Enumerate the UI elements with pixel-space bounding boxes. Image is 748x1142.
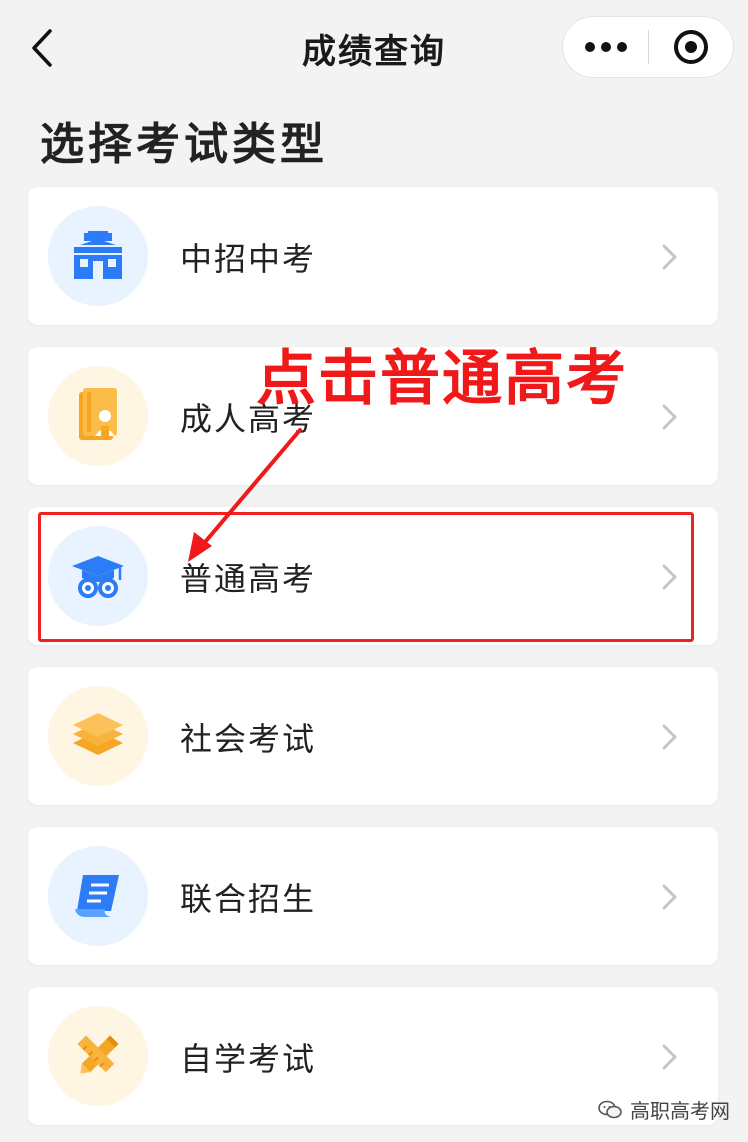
wechat-icon — [598, 1100, 622, 1118]
chevron-right-icon — [662, 244, 677, 270]
chevron-right-icon — [662, 404, 677, 430]
chevron-right-icon — [662, 724, 677, 750]
item-icon-badge — [48, 526, 148, 626]
watermark: 高职高考网 — [598, 1095, 730, 1124]
mini-program-capsule — [562, 16, 734, 78]
chevron-right-icon — [662, 1044, 677, 1070]
exam-type-item-joint[interactable]: 联合招生 — [28, 827, 718, 965]
annotation-text: 点击普通高考 — [256, 344, 628, 414]
scroll-document-icon — [75, 875, 119, 917]
item-label: 联合招生 — [180, 880, 317, 918]
crossed-pencils-icon — [77, 1035, 119, 1074]
target-circle-icon — [673, 30, 708, 64]
close-button[interactable] — [649, 16, 733, 78]
item-icon-badge — [48, 1006, 148, 1106]
book-person-icon — [79, 388, 117, 440]
layers-icon — [73, 713, 123, 755]
item-icon-badge — [48, 366, 148, 466]
more-dots-icon — [584, 42, 627, 52]
chevron-right-icon — [662, 884, 677, 910]
graduation-cap-icon — [72, 556, 124, 598]
exam-type-item-zhongkao[interactable]: 中招中考 — [28, 187, 718, 325]
more-button[interactable] — [563, 16, 648, 78]
item-label: 普通高考 — [180, 560, 317, 598]
exam-type-item-gaokao[interactable]: 普通高考 — [28, 507, 718, 645]
item-label: 自学考试 — [180, 1040, 317, 1078]
nav-bar: 成绩查询 — [0, 0, 748, 96]
item-label: 中招中考 — [180, 240, 317, 278]
item-icon-badge — [48, 686, 148, 786]
exam-type-item-social[interactable]: 社会考试 — [28, 667, 718, 805]
item-icon-badge — [48, 846, 148, 946]
section-heading: 选择考试类型 — [40, 119, 328, 170]
chevron-right-icon — [662, 564, 677, 590]
school-building-icon — [74, 231, 122, 279]
item-icon-badge — [48, 206, 148, 306]
watermark-text: 高职高考网 — [630, 1099, 730, 1123]
item-label: 社会考试 — [180, 720, 317, 758]
